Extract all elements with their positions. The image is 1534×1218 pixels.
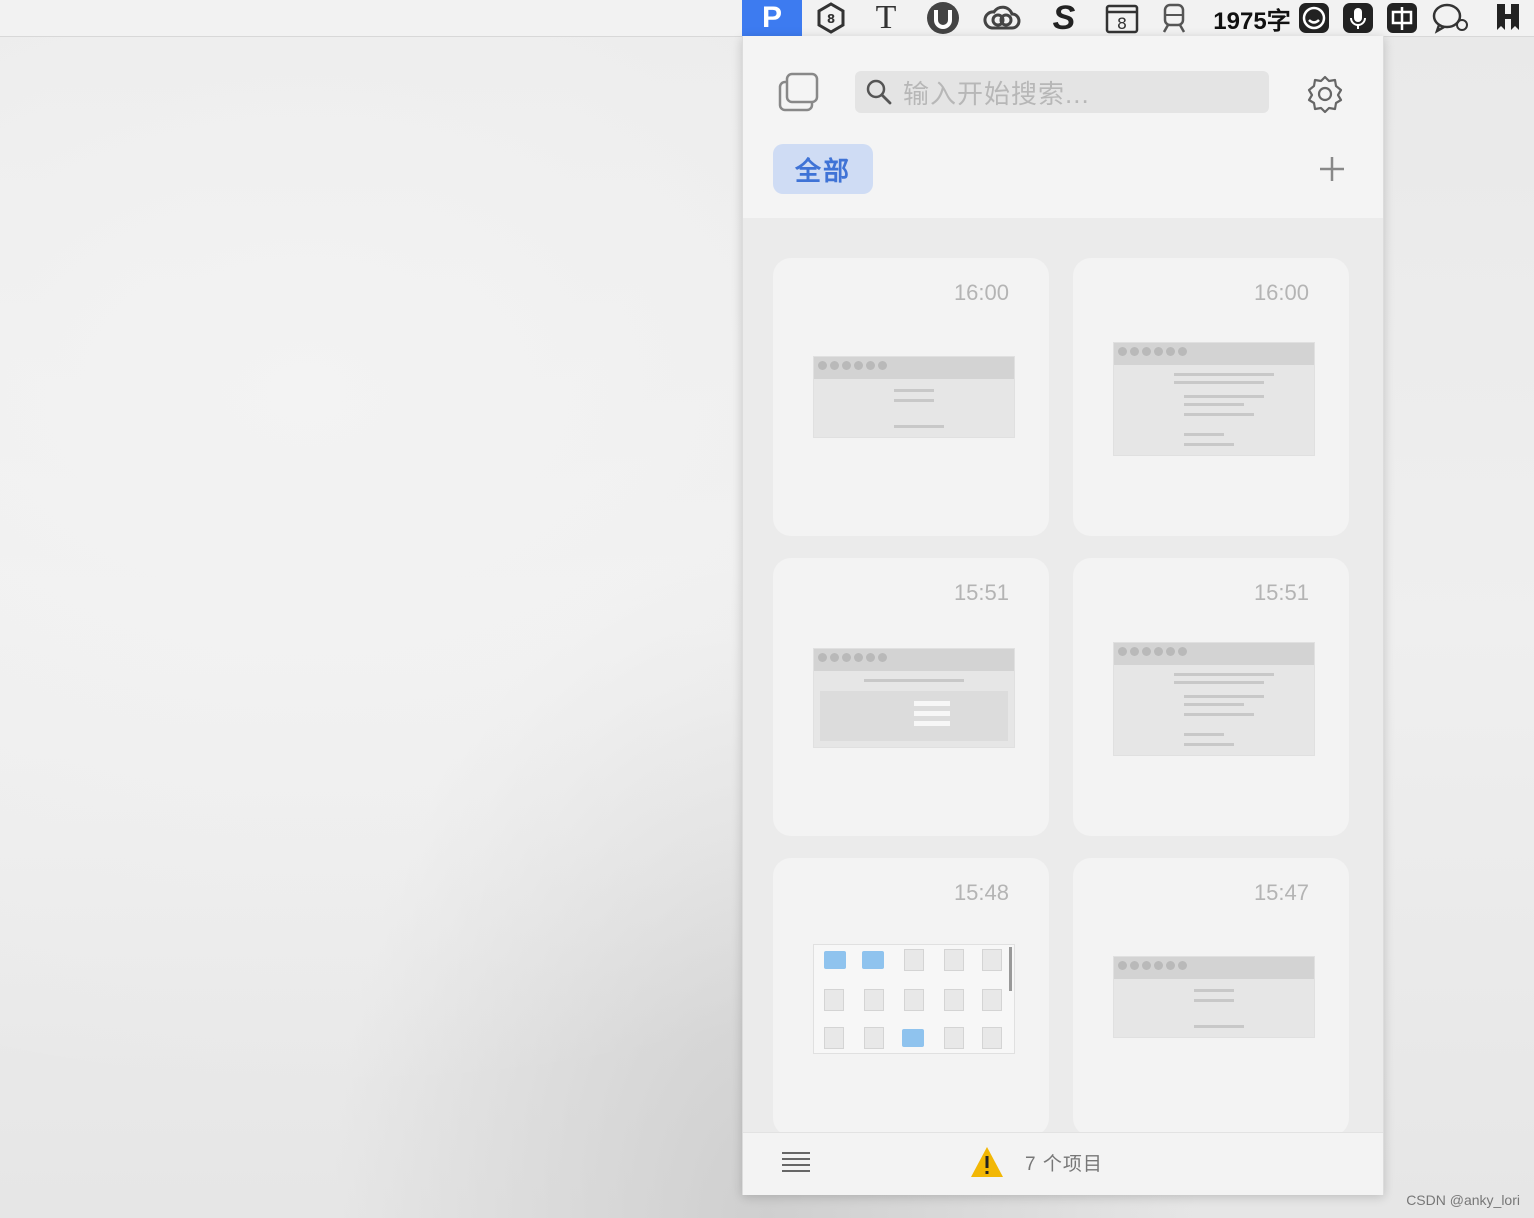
item-thumbnail — [1113, 956, 1315, 1038]
search-icon — [866, 79, 892, 105]
item-time: 16:00 — [953, 280, 1009, 305]
clipboard-item[interactable]: 16:00 — [773, 258, 1049, 536]
item-thumbnail — [813, 356, 1015, 438]
item-thumbnail — [1113, 642, 1315, 756]
menu-icon[interactable] — [781, 1149, 811, 1175]
item-thumbnail — [813, 648, 1015, 748]
watermark: CSDN @anky_lori — [1406, 1192, 1520, 1208]
panel-header: 输入开始搜索... 全部 — [743, 36, 1383, 218]
chinese-input-icon[interactable] — [1384, 0, 1420, 36]
item-time: 15:51 — [953, 580, 1009, 605]
menu-bar: P 8 T S 8 1975字 — [0, 0, 1534, 37]
item-thumbnail — [813, 944, 1015, 1054]
hexagon-app-icon[interactable]: 8 — [812, 0, 850, 36]
clipboard-item[interactable]: 15:51 — [773, 558, 1049, 836]
clipboard-panel: 输入开始搜索... 全部 16:00 16:00 15:51 15:51 15:… — [742, 36, 1384, 1195]
gear-icon[interactable] — [1305, 74, 1345, 114]
clipboard-items-grid: 16:00 16:00 15:51 15:51 15:48 15:47 — [743, 218, 1383, 1132]
item-time: 16:00 — [1253, 280, 1309, 305]
typora-t-icon[interactable]: T — [866, 0, 906, 36]
copy-icon[interactable] — [777, 72, 821, 112]
calendar-icon[interactable]: 8 — [1102, 0, 1142, 36]
item-thumbnail — [1113, 342, 1315, 456]
creative-cloud-icon[interactable] — [980, 0, 1024, 36]
train-icon[interactable] — [1154, 0, 1194, 36]
search-placeholder: 输入开始搜索... — [903, 78, 1090, 109]
wechat-icon[interactable] — [1430, 0, 1472, 36]
tab-all[interactable]: 全部 — [773, 144, 873, 194]
bookmark-app-icon[interactable] — [1490, 0, 1526, 36]
word-count[interactable]: 1975字 — [1210, 0, 1294, 36]
item-time: 15:48 — [953, 880, 1009, 905]
item-count: 7 个项目 — [1025, 1154, 1103, 1175]
calendar-day: 8 — [1117, 14, 1127, 33]
p-app-label: P — [761, 1, 782, 34]
clipboard-item[interactable]: 15:47 — [1073, 858, 1349, 1132]
face-app-icon[interactable] — [1296, 0, 1332, 36]
svg-text:8: 8 — [827, 12, 835, 26]
item-time: 15:47 — [1253, 880, 1309, 905]
search-input[interactable]: 输入开始搜索... — [855, 71, 1269, 113]
warning-icon[interactable] — [969, 1145, 1005, 1179]
clipboard-item[interactable]: 15:48 — [773, 858, 1049, 1132]
s-app-icon[interactable]: S — [1044, 0, 1084, 37]
u-app-icon[interactable] — [922, 0, 964, 36]
p-app-icon[interactable]: P — [742, 0, 802, 36]
item-time: 15:51 — [1253, 580, 1309, 605]
clipboard-item[interactable]: 15:51 — [1073, 558, 1349, 836]
panel-footer: 7 个项目 — [743, 1132, 1383, 1195]
clipboard-item[interactable]: 16:00 — [1073, 258, 1349, 536]
add-tab-icon[interactable] — [1315, 152, 1349, 186]
microphone-icon[interactable] — [1340, 0, 1376, 36]
